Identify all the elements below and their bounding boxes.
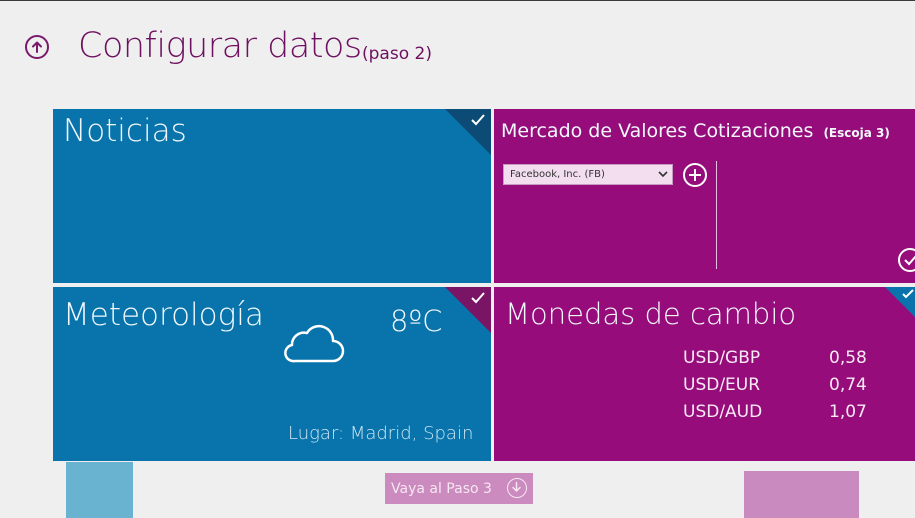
check-icon [471, 292, 485, 304]
check-icon [471, 114, 485, 126]
list-divider [716, 161, 717, 269]
weather-temperature: 8ºC [390, 304, 443, 338]
weather-title: Meteorología [63, 297, 264, 333]
chevron-down-icon [658, 171, 668, 178]
next-step-button[interactable]: Vaya al Paso 3 [385, 473, 533, 504]
news-tile[interactable]: Noticias [53, 109, 491, 283]
rate-pair: USD/AUD [683, 402, 763, 422]
weather-location: Lugar: Madrid, Spain [288, 423, 474, 444]
news-title: Noticias [63, 113, 187, 149]
page-title: Configurar datos [78, 26, 362, 66]
stocks-title: Mercado de Valores Cotizaciones (Escoja … [501, 120, 890, 142]
partial-tile-blue [66, 462, 133, 518]
cloud-icon [284, 324, 345, 363]
check-icon [902, 289, 914, 299]
stocks-hint: (Escoja 3) [823, 126, 890, 140]
currency-title: Monedas de cambio [505, 297, 797, 331]
back-button[interactable] [25, 35, 49, 59]
next-step-label: Vaya al Paso 3 [391, 480, 492, 497]
rate-pair: USD/EUR [683, 375, 761, 395]
stocks-title-text: Mercado de Valores Cotizaciones [501, 120, 814, 142]
rate-value: 1,07 [829, 402, 867, 422]
stock-select[interactable]: Facebook, Inc. (FB) [503, 164, 673, 185]
weather-tile[interactable]: Meteorología 8ºC Lugar: Madrid, Spain [53, 287, 491, 461]
confirm-button[interactable] [898, 248, 915, 272]
check-icon [904, 255, 915, 266]
rate-pair: USD/GBP [683, 348, 761, 368]
top-divider [0, 0, 915, 1]
rate-value: 0,74 [829, 375, 867, 395]
stocks-tile[interactable]: Mercado de Valores Cotizaciones (Escoja … [494, 109, 915, 283]
rate-value: 0,58 [829, 348, 867, 368]
arrow-down-icon [507, 478, 527, 498]
add-stock-button[interactable] [683, 163, 707, 187]
partial-tile-purple [744, 471, 859, 518]
currency-tile[interactable]: Monedas de cambio USD/GBP 0,58 USD/EUR 0… [494, 287, 915, 461]
arrow-up-icon [32, 41, 42, 53]
step-indicator: (paso 2) [362, 44, 432, 64]
stock-select-value: Facebook, Inc. (FB) [510, 169, 605, 180]
